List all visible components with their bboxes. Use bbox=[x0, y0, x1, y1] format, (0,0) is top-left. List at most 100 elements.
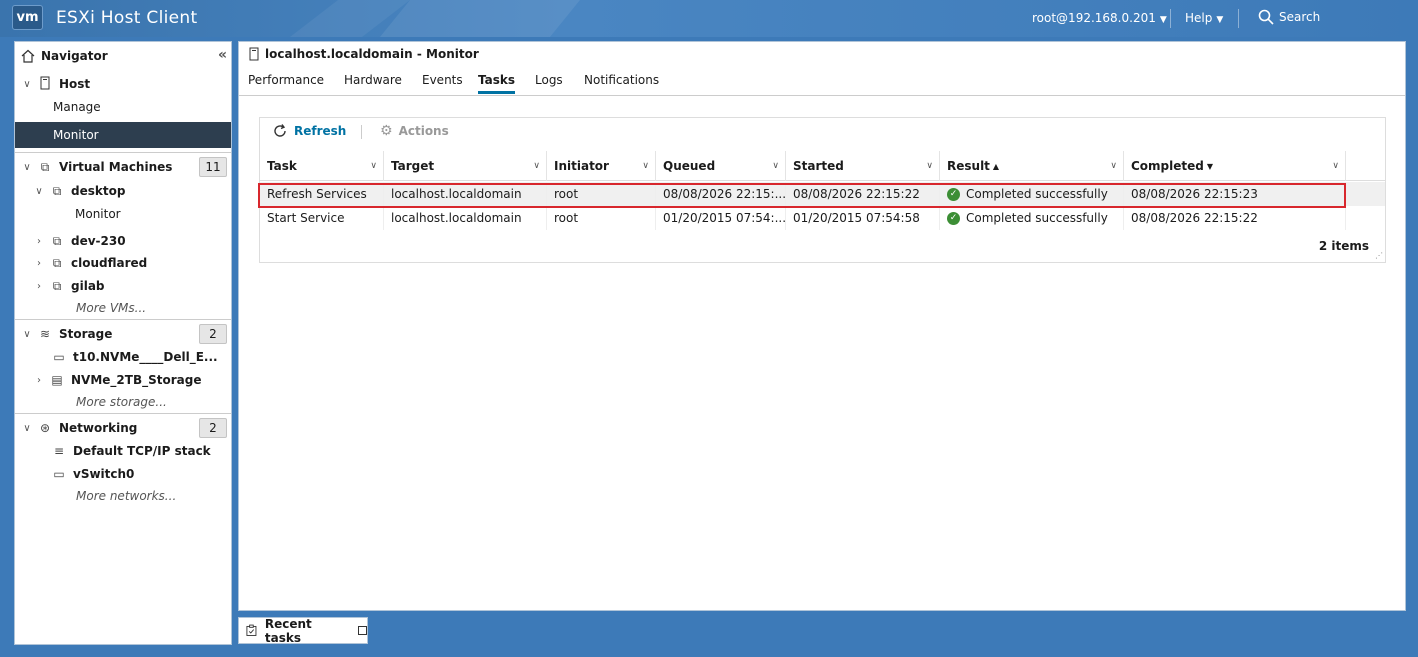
chevron-down-icon[interactable]: ∨ bbox=[21, 162, 33, 173]
refresh-button[interactable]: Refresh bbox=[272, 123, 346, 139]
column-header-result[interactable]: Result ▲ ∨ bbox=[940, 151, 1124, 181]
nav-item-networking[interactable]: ∨ ⊛ Networking 2 bbox=[15, 417, 231, 439]
collapse-icon[interactable]: « bbox=[218, 47, 227, 63]
nav-host-label: Host bbox=[59, 77, 91, 91]
nav-more-networks-link[interactable]: More networks... bbox=[15, 485, 231, 507]
divider bbox=[15, 319, 231, 320]
nav-item-vm-desktop-monitor[interactable]: Monitor bbox=[15, 203, 231, 225]
vm-label: dev-230 bbox=[71, 234, 126, 248]
chevron-down-icon[interactable]: ∨ bbox=[642, 161, 649, 171]
chevron-down-icon[interactable]: ∨ bbox=[21, 329, 33, 340]
column-header-target[interactable]: Target ∨ bbox=[384, 151, 547, 181]
success-check-icon: ✓ bbox=[947, 211, 960, 225]
nav-item-datastore[interactable]: ▭ t10.NVMe____Dell_E... bbox=[15, 346, 231, 368]
refresh-label: Refresh bbox=[294, 124, 347, 138]
datastore-label: t10.NVMe____Dell_E... bbox=[73, 350, 218, 364]
column-header-completed[interactable]: Completed ▼ ∨ bbox=[1124, 151, 1346, 181]
column-label: Task bbox=[267, 159, 297, 173]
caret-down-icon: ▼ bbox=[1216, 15, 1224, 25]
switch-icon: ▭ bbox=[53, 467, 65, 481]
host-icon bbox=[249, 47, 259, 61]
page-title-text: localhost.localdomain - Monitor bbox=[265, 47, 479, 61]
chevron-right-icon[interactable]: › bbox=[33, 281, 45, 292]
tab-logs[interactable]: Logs bbox=[535, 73, 563, 91]
page-title: localhost.localdomain - Monitor bbox=[249, 47, 479, 61]
tab-events[interactable]: Events bbox=[422, 73, 463, 91]
nav-more-vms-link[interactable]: More VMs... bbox=[15, 297, 231, 319]
nav-item-vm-gilab[interactable]: › ⧉ gilab bbox=[15, 275, 231, 297]
navigator-panel: Navigator « ∨ Host Manage Monitor ∨ ⧉ Vi… bbox=[14, 41, 232, 645]
resize-grip-icon[interactable]: ⋰ bbox=[1375, 251, 1383, 260]
cell-task: Start Service bbox=[260, 206, 384, 230]
table-row[interactable]: Start Service localhost.localdomain root… bbox=[260, 206, 1385, 230]
vm-running-icon: ⧉ bbox=[52, 233, 62, 248]
result-text: Completed successfully bbox=[966, 211, 1108, 225]
vm-count-badge: 11 bbox=[199, 157, 227, 177]
chevron-right-icon[interactable]: › bbox=[33, 375, 45, 386]
nav-item-host[interactable]: ∨ Host bbox=[15, 73, 231, 95]
nav-item-vm-dev-230[interactable]: › ⧉ dev-230 bbox=[15, 230, 231, 252]
network-item-label: Default TCP/IP stack bbox=[73, 444, 211, 458]
chevron-down-icon[interactable]: ∨ bbox=[33, 186, 45, 197]
disk-icon: ▭ bbox=[53, 350, 65, 364]
main-panel: localhost.localdomain - Monitor Performa… bbox=[238, 41, 1406, 611]
tasks-grid: Refresh ⚙ Actions Task ∨ Target ∨ Initiato… bbox=[258, 117, 1386, 263]
nav-networking-label: Networking bbox=[59, 421, 138, 435]
help-menu[interactable]: Help ▼ bbox=[1185, 11, 1223, 25]
tab-performance[interactable]: Performance bbox=[248, 73, 324, 91]
tab-notifications[interactable]: Notifications bbox=[584, 73, 659, 91]
top-bar: vm ESXi Host Client root@192.168.0.201 ▼ … bbox=[0, 0, 1418, 37]
nav-manage-label: Manage bbox=[53, 100, 101, 114]
nav-more-storage-link[interactable]: More storage... bbox=[15, 391, 231, 413]
nav-item-virtual-machines[interactable]: ∨ ⧉ Virtual Machines 11 bbox=[15, 156, 231, 178]
column-header-started[interactable]: Started ∨ bbox=[786, 151, 940, 181]
chevron-down-icon[interactable]: ∨ bbox=[533, 161, 540, 171]
chevron-down-icon[interactable]: ∨ bbox=[1332, 161, 1339, 171]
recent-tasks-tab[interactable]: Recent tasks bbox=[238, 617, 368, 645]
chevron-right-icon[interactable]: › bbox=[33, 258, 45, 269]
nav-item-monitor[interactable]: Monitor bbox=[15, 122, 231, 148]
search-button[interactable]: Search bbox=[1258, 9, 1320, 25]
more-networks-label: More networks... bbox=[76, 489, 177, 503]
column-label: Completed bbox=[1131, 159, 1204, 173]
vm-label: cloudflared bbox=[71, 256, 148, 270]
tab-hardware[interactable]: Hardware bbox=[344, 73, 402, 91]
nav-item-tcpip-stack[interactable]: ≡ Default TCP/IP stack bbox=[15, 440, 231, 462]
tab-tasks[interactable]: Tasks bbox=[478, 73, 516, 94]
chevron-down-icon[interactable]: ∨ bbox=[21, 423, 33, 434]
nav-item-vm-desktop[interactable]: ∨ ⧉ desktop bbox=[15, 180, 231, 202]
divider bbox=[15, 413, 231, 414]
nav-item-manage[interactable]: Manage bbox=[15, 96, 231, 118]
nav-item-vm-cloudflared[interactable]: › ⧉ cloudflared bbox=[15, 252, 231, 274]
actions-label: Actions bbox=[398, 124, 449, 138]
tab-bar: Performance Hardware Events Tasks Logs N… bbox=[239, 70, 1405, 96]
clipboard-icon bbox=[246, 624, 257, 636]
divider bbox=[1238, 9, 1239, 28]
chevron-down-icon[interactable]: ∨ bbox=[370, 161, 377, 171]
more-storage-label: More storage... bbox=[76, 395, 167, 409]
chevron-right-icon[interactable]: › bbox=[33, 236, 45, 247]
chevron-down-icon[interactable]: ∨ bbox=[926, 161, 933, 171]
cell-target: localhost.localdomain bbox=[384, 206, 547, 230]
grid-toolbar: Refresh ⚙ Actions bbox=[260, 118, 1385, 146]
nav-item-storage[interactable]: ∨ ≋ Storage 2 bbox=[15, 323, 231, 345]
column-label: Started bbox=[793, 159, 844, 173]
column-header-task[interactable]: Task ∨ bbox=[260, 151, 384, 181]
column-header-queued[interactable]: Queued ∨ bbox=[656, 151, 786, 181]
chevron-down-icon[interactable]: ∨ bbox=[772, 161, 779, 171]
actions-button[interactable]: ⚙ Actions bbox=[380, 123, 449, 139]
column-header-initiator[interactable]: Initiator ∨ bbox=[547, 151, 656, 181]
maximize-icon[interactable] bbox=[357, 626, 367, 635]
items-count: 2 items bbox=[1318, 239, 1369, 253]
nav-item-datastore[interactable]: › ▤ NVMe_2TB_Storage bbox=[15, 369, 231, 391]
vm-running-icon: ⧉ bbox=[52, 278, 62, 293]
cell-queued: 01/20/2015 07:54:... bbox=[656, 206, 786, 230]
chevron-down-icon[interactable]: ∨ bbox=[21, 79, 33, 90]
vm-running-icon: ⧉ bbox=[52, 255, 62, 270]
selection-highlight-box bbox=[258, 183, 1346, 208]
chevron-down-icon[interactable]: ∨ bbox=[1110, 161, 1117, 171]
user-menu[interactable]: root@192.168.0.201 ▼ bbox=[1032, 11, 1167, 25]
network-count-badge: 2 bbox=[199, 418, 227, 438]
vm-label: desktop bbox=[71, 184, 126, 198]
nav-item-vswitch[interactable]: ▭ vSwitch0 bbox=[15, 463, 231, 485]
